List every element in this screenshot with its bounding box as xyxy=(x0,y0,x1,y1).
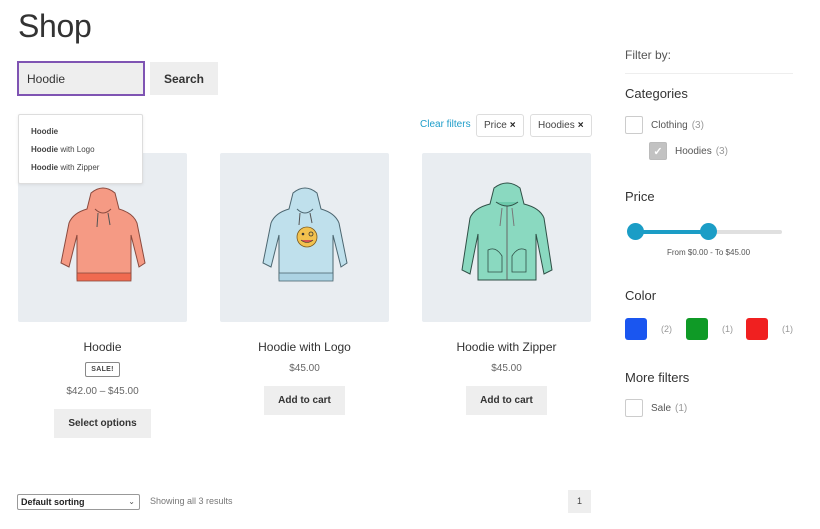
product-image[interactable] xyxy=(220,153,389,322)
suggestion-item[interactable]: Hoodie with Zipper xyxy=(31,161,142,179)
product-card: Hoodie SALE! $42.00 – $45.00 Select opti… xyxy=(18,153,187,438)
price-slider-fill xyxy=(635,230,709,234)
category-clothing[interactable]: Clothing (3) xyxy=(625,116,704,134)
product-card: Hoodie with Logo $45.00 Add to cart xyxy=(220,153,389,415)
product-name[interactable]: Hoodie with Logo xyxy=(220,340,389,354)
suggestion-rest: with Logo xyxy=(58,145,95,154)
swatch[interactable] xyxy=(625,318,647,340)
suggestion-item[interactable]: Hoodie with Logo xyxy=(31,143,142,161)
product-name[interactable]: Hoodie xyxy=(18,340,187,354)
swatch[interactable] xyxy=(686,318,708,340)
hoodie-with-zipper-illustration xyxy=(460,182,553,281)
filter-chip-price[interactable]: Price × xyxy=(476,114,524,137)
chip-label: Price xyxy=(484,120,507,131)
swatch[interactable] xyxy=(746,318,768,340)
suggestion-item[interactable]: Hoodie xyxy=(31,125,142,143)
checkbox-checked[interactable]: ✓ xyxy=(649,142,667,160)
filter-count: (1) xyxy=(675,402,688,414)
categories-heading: Categories xyxy=(625,86,688,101)
category-count: (3) xyxy=(715,145,728,157)
category-hoodies[interactable]: ✓ Hoodies (3) xyxy=(649,142,728,160)
filter-label: Sale xyxy=(651,402,672,414)
chevron-down-icon: ⌄ xyxy=(128,497,135,506)
suggestion-match: Hoodie xyxy=(31,145,59,154)
color-heading: Color xyxy=(625,288,657,303)
close-icon[interactable]: × xyxy=(510,120,516,131)
check-icon: ✓ xyxy=(653,145,663,158)
category-label: Clothing xyxy=(651,119,688,131)
search-input[interactable] xyxy=(17,61,145,96)
category-count: (3) xyxy=(691,119,704,131)
sorting-value: Default sorting xyxy=(21,497,85,507)
result-count: Showing all 3 results xyxy=(150,496,233,506)
checkbox[interactable] xyxy=(625,116,643,134)
search-suggestions: Hoodie Hoodie with Logo Hoodie with Zipp… xyxy=(18,114,143,184)
search-button[interactable]: Search xyxy=(150,62,218,95)
product-card: Hoodie with Zipper $45.00 Add to cart xyxy=(422,153,591,415)
checkbox[interactable] xyxy=(625,399,643,417)
hoodie-with-logo-illustration xyxy=(261,187,348,281)
filter-sale[interactable]: Sale (1) xyxy=(625,399,687,417)
product-image[interactable] xyxy=(422,153,591,322)
suggestion-match: Hoodie xyxy=(31,127,59,136)
product-price: $42.00 – $45.00 xyxy=(66,386,139,397)
page-title: Shop xyxy=(18,8,92,44)
color-swatch-green[interactable]: (1) xyxy=(686,318,733,340)
select-options-button[interactable]: Select options xyxy=(54,409,151,438)
more-filters-heading: More filters xyxy=(625,370,690,385)
price-heading: Price xyxy=(625,189,655,204)
filter-chip-hoodies[interactable]: Hoodies × xyxy=(530,114,592,137)
color-swatch-red[interactable]: (1) xyxy=(746,318,793,340)
price-slider-min-handle[interactable] xyxy=(626,223,644,240)
category-label: Hoodies xyxy=(675,145,712,157)
add-to-cart-button[interactable]: Add to cart xyxy=(466,386,547,415)
filter-by-heading: Filter by: xyxy=(625,48,672,62)
chip-label: Hoodies xyxy=(538,120,575,131)
product-name[interactable]: Hoodie with Zipper xyxy=(422,340,591,354)
clear-filters-link[interactable]: Clear filters xyxy=(420,119,471,130)
divider xyxy=(625,73,793,74)
swatch-count: (1) xyxy=(722,324,733,334)
add-to-cart-button[interactable]: Add to cart xyxy=(264,386,345,415)
swatch-count: (1) xyxy=(782,324,793,334)
close-icon[interactable]: × xyxy=(578,120,584,131)
price-range-text: From $0.00 - To $45.00 xyxy=(667,248,751,257)
pagination-page[interactable]: 1 xyxy=(568,490,591,513)
swatch-count: (2) xyxy=(661,324,672,334)
color-swatch-blue[interactable]: (2) xyxy=(625,318,672,340)
product-price: $45.00 xyxy=(491,363,522,374)
suggestion-match: Hoodie xyxy=(31,163,59,172)
suggestion-rest: with Zipper xyxy=(58,163,100,172)
product-price: $45.00 xyxy=(289,363,320,374)
hoodie-illustration xyxy=(59,187,146,281)
sale-badge: SALE! xyxy=(85,362,120,377)
price-slider-max-handle[interactable] xyxy=(700,223,717,240)
sorting-select[interactable]: Default sorting ⌄ xyxy=(17,494,140,510)
